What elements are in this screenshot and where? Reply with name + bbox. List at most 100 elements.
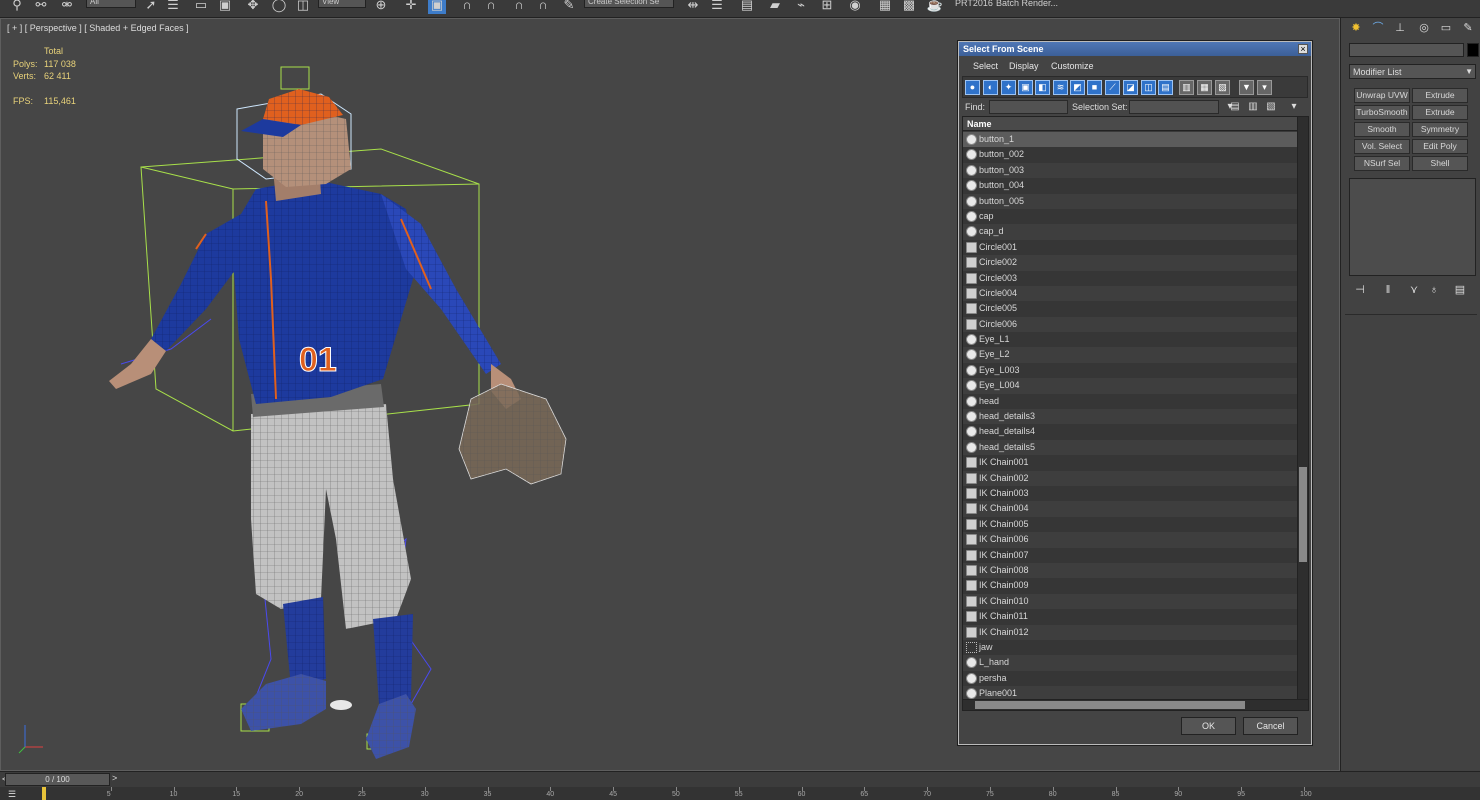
menu-display[interactable]: Display [1009,61,1039,71]
list-item[interactable]: IK Chain012 [963,624,1298,640]
angle-snap-icon[interactable]: ∩ [482,0,500,14]
pivot-icon[interactable]: ⊕ [372,0,390,14]
select-object-icon[interactable]: ➚ [142,0,160,14]
horizontal-scroll-thumb[interactable] [975,701,1245,709]
list-item[interactable]: Circle003 [963,270,1298,286]
current-frame-marker[interactable] [42,787,46,800]
list-item[interactable]: button_1 [963,132,1298,148]
menu-customize[interactable]: Customize [1051,61,1094,71]
menu-select[interactable]: Select [973,61,998,71]
list-item[interactable]: IK Chain008 [963,562,1298,579]
list-item[interactable]: IK Chain001 [963,455,1298,471]
hierarchy-tab-icon[interactable]: ⊥ [1393,21,1407,35]
layer-manager-icon[interactable]: ▤ [738,0,756,14]
motion-tab-icon[interactable]: ◎ [1417,21,1431,35]
list-item[interactable]: L_hand [963,655,1298,671]
prt-label[interactable]: PRT2016 [955,0,993,8]
display-groups-icon[interactable]: ◩ [1070,80,1085,95]
list-item[interactable]: IK Chain006 [963,532,1298,548]
curve-editor-icon[interactable]: ⌁ [792,0,810,14]
list-item[interactable]: head_details3 [963,409,1298,425]
list-item[interactable]: IK Chain004 [963,501,1298,517]
time-slider[interactable]: 0 / 100 [5,773,110,786]
filter-icon[interactable]: ▼ [1239,80,1254,95]
filter-options-icon[interactable]: ▾ [1257,80,1272,95]
expand-options-icon[interactable]: ▾ [1287,100,1301,114]
dialog-title[interactable]: Select From Scene [959,42,1311,56]
list-item[interactable]: Circle002 [963,255,1298,271]
modifier-button-edit-poly[interactable]: Edit Poly [1412,139,1468,154]
create-set-icon[interactable]: ▤ [1228,100,1242,114]
list-item[interactable]: Circle001 [963,239,1298,256]
track-bar[interactable]: 5 10 15 20 25 30 35 40 45 50 55 60 65 70 75 80 85 90 95 100 [0,787,1480,800]
spinner-snap-icon[interactable]: ∩ [534,0,552,14]
cancel-button[interactable]: Cancel [1243,717,1298,735]
viewport-label[interactable]: [ + ] [ Perspective ] [ Shaded + Edged F… [7,23,189,33]
modifier-button-symmetry[interactable]: Symmetry [1412,122,1468,137]
modifier-button-unwrap-uvw[interactable]: Unwrap UVW [1354,88,1410,103]
list-item[interactable]: IK Chain009 [963,578,1298,594]
display-frozen-icon[interactable]: ◫ [1141,80,1156,95]
list-item[interactable]: IK Chain005 [963,516,1298,533]
column-header-name[interactable]: Name [963,117,1298,131]
display-shapes-icon[interactable]: ◐ [983,80,998,95]
select-none-icon[interactable]: ▦ [1197,80,1212,95]
batch-render-button[interactable]: Batch Render... [996,0,1058,8]
list-item[interactable]: Eye_L2 [963,347,1298,363]
list-item[interactable]: persha [963,670,1298,687]
list-item[interactable]: Circle006 [963,316,1298,333]
bind-icon[interactable]: ⚮ [58,0,76,14]
object-name-field[interactable] [1349,43,1464,57]
pin-stack-icon[interactable]: ⊣ [1353,283,1367,297]
list-item[interactable]: cap_d [963,224,1298,240]
list-item[interactable]: Eye_L1 [963,332,1298,348]
list-item[interactable]: head_details5 [963,439,1298,456]
link-icon[interactable]: ⚲ [8,0,26,14]
select-invert-icon[interactable]: ▧ [1215,80,1230,95]
display-hidden-icon[interactable]: ▤ [1158,80,1173,95]
list-item[interactable]: button_003 [963,162,1298,179]
list-item[interactable]: IK Chain003 [963,485,1298,502]
list-item[interactable]: button_004 [963,178,1298,194]
render-icon[interactable]: ☕ [926,0,944,14]
list-item[interactable]: button_005 [963,193,1298,209]
display-bones-icon[interactable]: ⟋ [1105,80,1120,95]
list-item[interactable]: button_002 [963,147,1298,163]
utilities-tab-icon[interactable]: ✎ [1461,21,1475,35]
list-item[interactable]: IK Chain010 [963,593,1298,610]
list-item[interactable]: Eye_L004 [963,378,1298,394]
modifier-button-extrude[interactable]: Extrude [1412,88,1468,103]
scale-icon[interactable]: ◫ [294,0,312,14]
next-frame-button[interactable]: > [112,773,117,783]
graphite-icon[interactable]: ▰ [766,0,784,14]
list-item[interactable]: IK Chain007 [963,547,1298,563]
track-bar-menu-icon[interactable]: ☰ [8,789,24,799]
modifier-button-shell[interactable]: Shell [1412,156,1468,171]
show-end-result-icon[interactable]: ‖ [1381,283,1395,297]
named-selection-dropdown[interactable]: Create Selection Se [584,0,674,8]
list-item[interactable]: head_details4 [963,424,1298,440]
add-to-set-icon[interactable]: ▥ [1246,100,1260,114]
list-item[interactable]: jaw [963,639,1298,656]
find-input[interactable] [989,100,1068,114]
unlink-icon[interactable]: ⚯ [32,0,50,14]
percent-snap-icon[interactable]: ∩ [510,0,528,14]
display-geometry-icon[interactable]: ● [965,80,980,95]
display-tab-icon[interactable]: ▭ [1439,21,1453,35]
display-cameras-icon[interactable]: ▣ [1018,80,1033,95]
modifier-button-extrude-2[interactable]: Extrude [1412,105,1468,120]
render-setup-icon[interactable]: ▦ [876,0,894,14]
list-item[interactable]: IK Chain011 [963,609,1298,625]
modifier-stack[interactable] [1349,178,1476,276]
list-item[interactable]: Circle005 [963,301,1298,317]
display-helpers-icon[interactable]: ◧ [1035,80,1050,95]
selection-set-dropdown[interactable] [1129,100,1219,114]
render-frame-icon[interactable]: ▩ [900,0,918,14]
select-manipulate-icon[interactable]: ✛ [402,0,420,14]
vertical-scroll-thumb[interactable] [1299,467,1307,562]
list-item[interactable]: IK Chain002 [963,470,1298,486]
remove-from-set-icon[interactable]: ▧ [1264,100,1278,114]
display-lights-icon[interactable]: ✦ [1001,80,1016,95]
region-select-icon[interactable]: ▭ [192,0,210,14]
modifier-button-vol-select[interactable]: Vol. Select [1354,139,1410,154]
